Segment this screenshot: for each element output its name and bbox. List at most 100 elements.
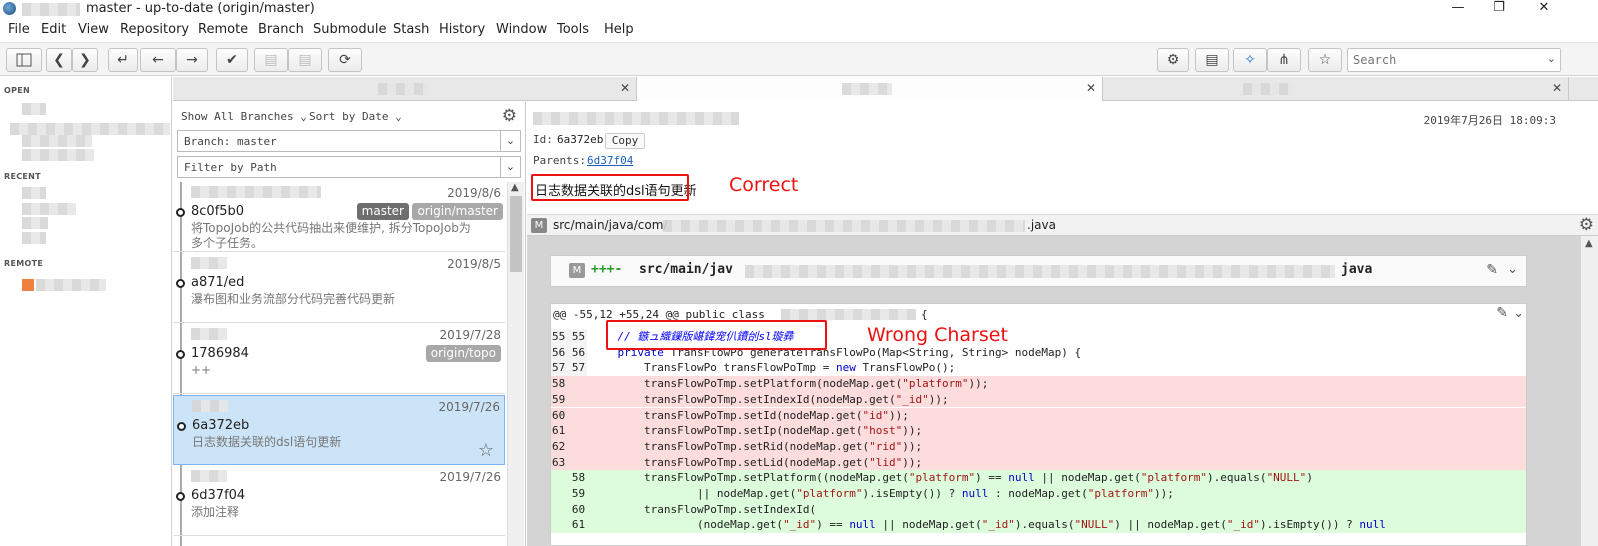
branches-filter-dropdown[interactable]: Show All Branches ⌄	[181, 110, 307, 123]
fetch-icon[interactable]: ↵	[108, 48, 138, 72]
scroll-up-icon[interactable]: ▲	[511, 182, 519, 193]
diff-line-add: 60 transFlowPoTmp.setIndexId(	[551, 501, 1526, 518]
code-text: transFlowPoTmp.setIndexId(nodeMap.get("_…	[591, 392, 949, 406]
menu-file[interactable]: File	[8, 22, 30, 37]
back-icon[interactable]: ❮	[46, 48, 72, 72]
edit-pencil-icon[interactable]: ✎	[1496, 305, 1508, 321]
star-icon[interactable]: ☆	[478, 440, 494, 461]
menu-window[interactable]: Window	[496, 22, 547, 37]
diff-line-del: 60 transFlowPoTmp.setId(nodeMap.get("id"…	[551, 407, 1526, 424]
commit-row[interactable]: 2019/7/26 6d37f04 添加注释	[173, 466, 505, 536]
code-text: transFlowPoTmp.setIp(nodeMap.get("host")…	[591, 424, 923, 438]
title-bar: master - up-to-date (origin/master) — ❐ …	[0, 0, 1598, 18]
diff-line-del: 59 transFlowPoTmp.setIndexId(nodeMap.get…	[551, 391, 1526, 408]
path-filter-field[interactable]: Filter by Path ⌄	[177, 156, 521, 178]
tab-label-redacted	[1243, 83, 1293, 95]
branch-view-icon[interactable]: ⋔	[1267, 48, 1301, 72]
menu-repository[interactable]: Repository	[120, 22, 189, 37]
close-icon[interactable]: ✕	[1552, 81, 1562, 95]
sidebar-item-redacted[interactable]	[22, 217, 48, 229]
sidebar-toggle-icon[interactable]	[6, 48, 42, 72]
chevron-down-icon[interactable]: ⌄	[500, 131, 520, 151]
menu-view[interactable]: View	[78, 22, 109, 37]
menu-history[interactable]: History	[439, 22, 485, 37]
tab-repo-3[interactable]: ✕	[1103, 77, 1569, 101]
sidebar-item-redacted[interactable]	[22, 103, 46, 115]
sidebar-item-redacted[interactable]	[22, 187, 46, 199]
pop-stash-icon[interactable]: ▤	[288, 48, 322, 72]
parents-label: Parents:	[533, 154, 586, 167]
commit-log-pane: Show All Branches ⌄ Sort by Date ⌄ ⚙ Bra…	[173, 102, 526, 546]
sidebar-item-redacted[interactable]	[22, 203, 76, 215]
search-input[interactable]	[1353, 52, 1533, 68]
commit-row[interactable]: 2019/8/5 a871/ed 瀑布图和业务流部分代码完善代码更新	[173, 253, 505, 323]
graph-view-icon[interactable]: ✧	[1233, 48, 1267, 72]
menu-edit[interactable]: Edit	[41, 22, 66, 37]
settings-gear-icon[interactable]: ⚙	[1157, 48, 1189, 72]
commit-icon[interactable]: ✔	[216, 48, 248, 72]
commit-id-label: Id:	[533, 133, 553, 146]
scroll-thumb[interactable]	[510, 196, 522, 272]
chevron-down-icon[interactable]: ⌄	[1507, 262, 1518, 277]
line-number: 59	[551, 486, 587, 502]
menu-tools[interactable]: Tools	[557, 22, 589, 37]
commit-message: 将TopoJob的公共代码抽出来便维护, 拆分TopoJob为多个子任务。	[191, 221, 471, 250]
line-number: 62	[551, 438, 587, 455]
menu-branch[interactable]: Branch	[258, 22, 304, 37]
chevron-down-icon[interactable]: ⌄	[1547, 52, 1556, 65]
minimize-button[interactable]: —	[1444, 0, 1472, 18]
branch-badge-origin-topo: origin/topo	[425, 345, 501, 362]
edit-pencil-icon[interactable]: ✎	[1486, 262, 1498, 278]
commit-row[interactable]: 2019/7/28 1786984 origin/topo ++	[173, 324, 505, 394]
code-text: transFlowPoTmp.setRid(nodeMap.get("rid")…	[591, 439, 923, 453]
settings-gear-icon[interactable]: ⚙	[502, 106, 517, 126]
commit-row[interactable]: 2019/8/6 8c0f5b0 master origin/master 将T…	[173, 182, 505, 252]
line-number: 58	[551, 470, 587, 486]
copy-button[interactable]: Copy	[605, 133, 645, 149]
sidebar-item-redacted[interactable]	[10, 123, 170, 135]
menu-stash[interactable]: Stash	[393, 22, 429, 37]
parent-commit-link[interactable]: 6d37f04	[587, 154, 633, 167]
sidebar-item-redacted[interactable]	[22, 135, 92, 147]
tab-repo-2[interactable]: ✕	[637, 77, 1103, 101]
commit-row-selected[interactable]: 2019/7/26 6a372eb 日志数据关联的dsl语句更新 ☆	[173, 395, 505, 465]
close-icon[interactable]: ✕	[620, 81, 630, 95]
sort-label: Sort by Date	[309, 110, 389, 123]
settings-gear-icon[interactable]: ⚙	[1579, 215, 1594, 235]
stash-icon[interactable]: ▤	[254, 48, 288, 72]
commit-date: 2019/7/26	[439, 470, 501, 484]
layout-icon[interactable]: ▤	[1195, 48, 1229, 72]
sidebar-item-redacted[interactable]	[36, 279, 106, 291]
search-box[interactable]: ⌄	[1347, 48, 1561, 72]
maximize-button[interactable]: ❐	[1485, 0, 1513, 18]
chevron-down-icon[interactable]: ⌄	[500, 157, 520, 177]
push-icon[interactable]: →	[176, 48, 208, 72]
diff-stat: +++-	[591, 262, 623, 277]
tab-repo-1[interactable]: ✕	[173, 77, 637, 101]
forward-icon[interactable]: ❯	[72, 48, 98, 72]
remote-icon	[22, 279, 34, 291]
favorite-star-icon[interactable]: ☆	[1308, 48, 1342, 72]
sidebar-item-redacted[interactable]	[22, 232, 46, 244]
path-filter-placeholder: Filter by Path	[184, 161, 277, 174]
commit-date: 2019/8/5	[447, 257, 501, 271]
close-icon[interactable]: ✕	[1086, 81, 1096, 95]
sidebar-item-redacted[interactable]	[22, 149, 94, 161]
menu-submodule[interactable]: Submodule	[313, 22, 386, 37]
commit-node	[176, 279, 185, 288]
scroll-up-icon[interactable]: ▲	[1585, 238, 1593, 249]
menu-remote[interactable]: Remote	[198, 22, 248, 37]
author-redacted	[191, 257, 227, 269]
line-number: 60	[551, 501, 587, 518]
diff-line-add: 59 || nodeMap.get("platform").isEmpty())…	[551, 486, 1526, 502]
diff-scrollbar[interactable]: ▲	[1581, 236, 1598, 546]
refresh-icon[interactable]: ⟳	[328, 48, 362, 72]
commit-list-scrollbar[interactable]: ▲	[507, 182, 524, 546]
pull-icon[interactable]: ←	[140, 48, 176, 72]
close-button[interactable]: ✕	[1530, 0, 1558, 18]
branch-selector[interactable]: Branch: master ⌄	[177, 130, 521, 152]
sort-dropdown[interactable]: Sort by Date ⌄	[309, 110, 402, 123]
chevron-down-icon[interactable]: ⌄	[1513, 306, 1524, 321]
commit-date: 2019/7/26	[438, 400, 500, 414]
menu-help[interactable]: Help	[604, 22, 634, 37]
